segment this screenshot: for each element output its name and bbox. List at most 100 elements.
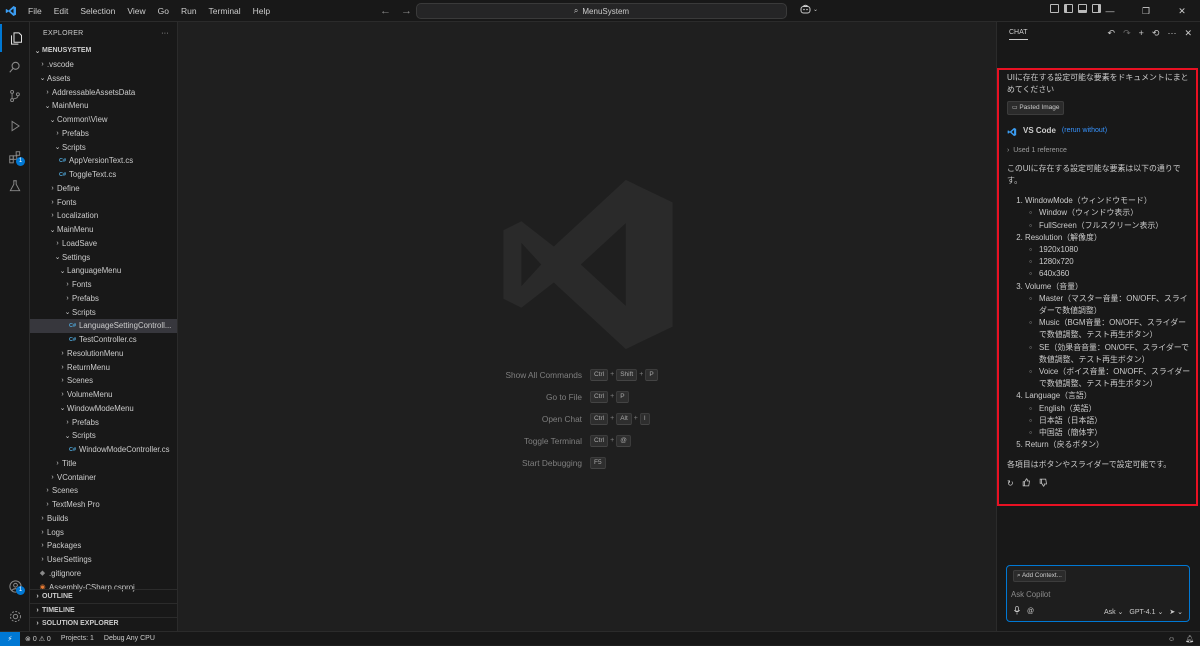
- section-solution-explorer[interactable]: › SOLUTION EXPLORER: [30, 616, 177, 631]
- undo-icon[interactable]: ↶: [1108, 28, 1116, 39]
- mention-icon[interactable]: @: [1027, 608, 1034, 615]
- tree-item[interactable]: ⌄ Scripts: [30, 429, 177, 443]
- tree-item[interactable]: › ResolutionMenu: [30, 347, 177, 361]
- menu-edit[interactable]: Edit: [48, 0, 75, 22]
- chat-tab[interactable]: CHAT: [1009, 27, 1028, 40]
- close-icon[interactable]: ✕: [1164, 0, 1200, 22]
- tree-item[interactable]: › ReturnMenu: [30, 360, 177, 374]
- menu-help[interactable]: Help: [247, 0, 276, 22]
- tree-item[interactable]: ⌄ Settings: [30, 250, 177, 264]
- tree-item[interactable]: C# ToggleText.cs: [30, 168, 177, 182]
- account-icon[interactable]: 1: [0, 572, 30, 600]
- debug-config-status[interactable]: Debug Any CPU: [99, 635, 160, 642]
- tree-item[interactable]: › Title: [30, 457, 177, 471]
- redo-icon[interactable]: ↷: [1123, 28, 1131, 39]
- settings-gear-icon[interactable]: [0, 602, 30, 630]
- tree-item[interactable]: › Logs: [30, 525, 177, 539]
- menu-run[interactable]: Run: [175, 0, 203, 22]
- shortcut-row[interactable]: Show All Commands Ctrl + Shift + P: [478, 364, 698, 386]
- tree-item[interactable]: › Prefabs: [30, 127, 177, 141]
- tree-item[interactable]: C# TestController.cs: [30, 333, 177, 347]
- tree-item[interactable]: › Define: [30, 182, 177, 196]
- rerun-link[interactable]: (rerun without): [1062, 125, 1107, 137]
- tree-item[interactable]: › AddressableAssetsData: [30, 85, 177, 99]
- section-timeline[interactable]: › TIMELINE: [30, 602, 177, 617]
- forward-arrow-icon[interactable]: →: [401, 5, 412, 17]
- history-icon[interactable]: ⟲: [1152, 28, 1160, 39]
- tree-item[interactable]: ◆ .gitignore: [30, 567, 177, 581]
- command-center-search[interactable]: ⌕ MenuSystem: [416, 3, 787, 19]
- pasted-image-attachment[interactable]: ▭ Pasted Image: [1007, 101, 1065, 116]
- problems-status[interactable]: ⊗ 0 ⚠ 0: [20, 635, 56, 643]
- close-panel-icon[interactable]: ✕: [1184, 28, 1192, 39]
- tree-item[interactable]: C# LanguageSettingControll...: [30, 319, 177, 333]
- thumbs-down-icon[interactable]: [1039, 478, 1048, 491]
- more-actions-icon[interactable]: ···: [161, 30, 169, 37]
- tree-item[interactable]: › Scenes: [30, 484, 177, 498]
- customize-layout-icon[interactable]: [1050, 4, 1059, 13]
- extensions-icon[interactable]: 1: [0, 143, 30, 171]
- tree-item[interactable]: ⌄ MainMenu: [30, 223, 177, 237]
- section-outline[interactable]: › OUTLINE: [30, 589, 177, 603]
- tree-item[interactable]: › Prefabs: [30, 415, 177, 429]
- tree-item[interactable]: ⌄ Scripts: [30, 305, 177, 319]
- tree-item[interactable]: ⌄ LanguageMenu: [30, 264, 177, 278]
- new-chat-icon[interactable]: +: [1139, 28, 1144, 39]
- retry-icon[interactable]: ↻: [1007, 478, 1014, 491]
- tree-item[interactable]: › Localization: [30, 209, 177, 223]
- send-icon[interactable]: ➤ ⌄: [1169, 608, 1183, 616]
- tree-item[interactable]: ⌄ Assets: [30, 72, 177, 86]
- maximize-icon[interactable]: ❐: [1128, 0, 1164, 22]
- testing-flask-icon[interactable]: [0, 172, 30, 200]
- projects-status[interactable]: Projects: 1: [56, 635, 99, 642]
- copilot-menu-button[interactable]: ⌄: [800, 4, 818, 14]
- menu-go[interactable]: Go: [152, 0, 175, 22]
- menu-file[interactable]: File: [22, 0, 48, 22]
- ask-copilot-input[interactable]: Ask Copilot: [1011, 590, 1050, 599]
- model-select[interactable]: GPT-4.1 ⌄: [1129, 608, 1163, 616]
- tree-item[interactable]: ⌄ Common\View: [30, 113, 177, 127]
- tree-item[interactable]: › TextMesh Pro: [30, 498, 177, 512]
- tree-item[interactable]: ⌄ MENUSYSTEM: [30, 44, 177, 58]
- tree-item[interactable]: › LoadSave: [30, 237, 177, 251]
- tree-item[interactable]: › Fonts: [30, 195, 177, 209]
- more-icon[interactable]: ···: [1167, 28, 1176, 39]
- tree-item[interactable]: ⌄ MainMenu: [30, 99, 177, 113]
- minimize-icon[interactable]: —: [1092, 0, 1128, 22]
- shortcut-row[interactable]: Open Chat Ctrl + Alt + I: [478, 408, 698, 430]
- tree-item[interactable]: › VContainer: [30, 470, 177, 484]
- mode-select[interactable]: Ask ⌄: [1104, 608, 1123, 616]
- tree-item[interactable]: ⌄ Scripts: [30, 140, 177, 154]
- search-icon[interactable]: [0, 53, 30, 81]
- tree-item[interactable]: › Scenes: [30, 374, 177, 388]
- copilot-status-icon[interactable]: ☺: [1168, 636, 1175, 643]
- menu-terminal[interactable]: Terminal: [203, 0, 247, 22]
- used-references[interactable]: › Used 1 reference: [1007, 145, 1191, 157]
- shortcut-row[interactable]: Start Debugging F5: [478, 452, 698, 474]
- tree-item[interactable]: › .vscode: [30, 58, 177, 72]
- run-debug-icon[interactable]: [0, 112, 30, 140]
- tree-item[interactable]: › Packages: [30, 539, 177, 553]
- thumbs-up-icon[interactable]: [1022, 477, 1031, 491]
- tree-item[interactable]: C# WindowModeController.cs: [30, 443, 177, 457]
- tree-item[interactable]: C# AppVersionText.cs: [30, 154, 177, 168]
- shortcut-row[interactable]: Go to File Ctrl + P: [478, 386, 698, 408]
- toggle-sidebar-icon[interactable]: [1064, 4, 1073, 13]
- tree-item[interactable]: › Fonts: [30, 278, 177, 292]
- tree-item[interactable]: › Builds: [30, 512, 177, 526]
- tree-item[interactable]: ⌄ WindowModeMenu: [30, 402, 177, 416]
- tree-item[interactable]: › UserSettings: [30, 553, 177, 567]
- add-context-button[interactable]: ⌕ Add Context...: [1013, 570, 1066, 582]
- menu-view[interactable]: View: [121, 0, 151, 22]
- remote-icon[interactable]: ⚡: [0, 631, 20, 646]
- microphone-icon[interactable]: [1013, 606, 1021, 617]
- tree-item[interactable]: › Prefabs: [30, 292, 177, 306]
- chat-input-box[interactable]: ⌕ Add Context... Ask Copilot @ Ask ⌄ GPT…: [1006, 565, 1190, 622]
- source-control-icon[interactable]: [0, 82, 30, 110]
- back-arrow-icon[interactable]: ←: [380, 5, 391, 17]
- explorer-icon[interactable]: [0, 24, 30, 52]
- menu-selection[interactable]: Selection: [74, 0, 121, 22]
- tree-item[interactable]: › VolumeMenu: [30, 388, 177, 402]
- toggle-panel-icon[interactable]: [1078, 4, 1087, 13]
- shortcut-row[interactable]: Toggle Terminal Ctrl + @: [478, 430, 698, 452]
